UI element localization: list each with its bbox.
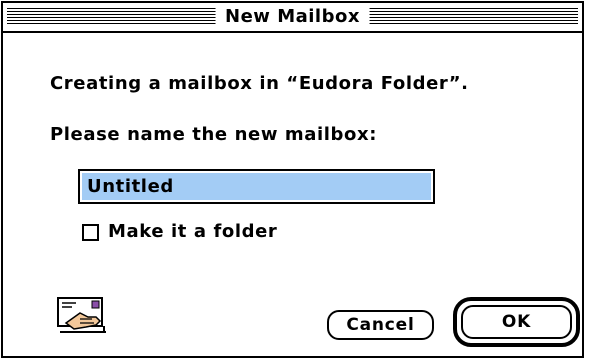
default-button-ring: OK	[453, 297, 580, 347]
make-folder-label[interactable]: Make it a folder	[108, 221, 277, 243]
mailbox-name-field[interactable]: Untitled	[78, 169, 435, 204]
title-bar[interactable]: New Mailbox	[3, 3, 582, 33]
window-title: New Mailbox	[215, 5, 370, 29]
ok-button[interactable]: OK	[461, 305, 572, 339]
new-mailbox-dialog: New Mailbox Creating a mailbox in “Eudor…	[1, 1, 584, 358]
name-prompt-label: Please name the new mailbox:	[50, 124, 378, 145]
make-folder-checkbox[interactable]	[82, 224, 99, 241]
mailbox-name-value: Untitled	[87, 176, 174, 197]
mailbox-location-message: Creating a mailbox in “Eudora Folder”.	[50, 73, 469, 94]
envelope-hand-icon	[57, 297, 106, 333]
cancel-button[interactable]: Cancel	[327, 310, 434, 340]
